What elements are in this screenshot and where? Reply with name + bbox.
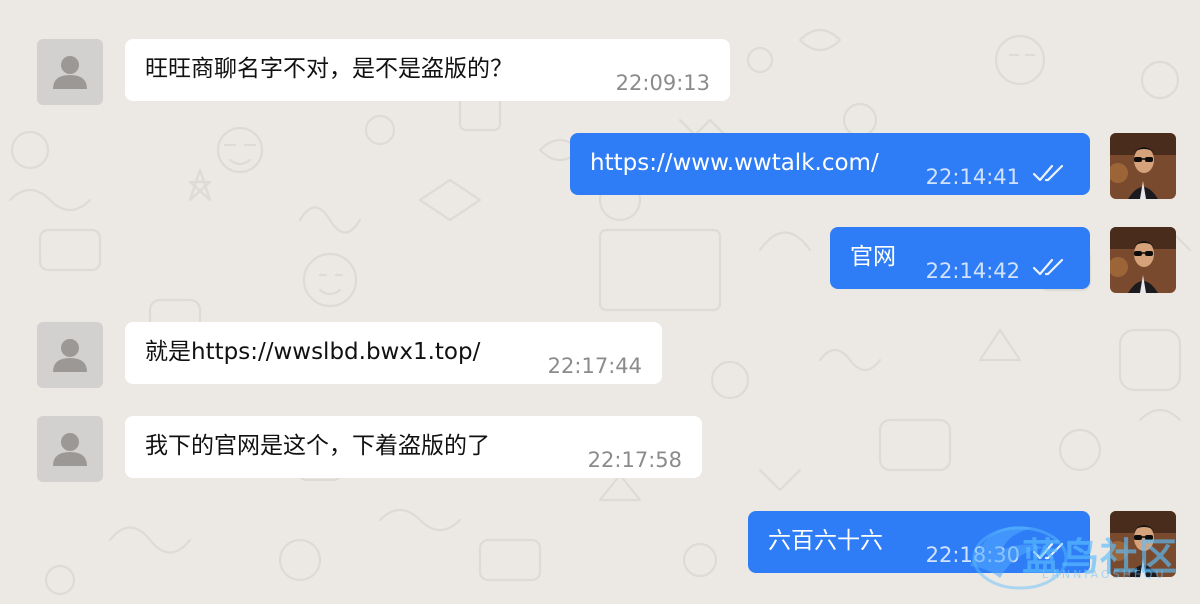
message-text: 官网 <box>850 244 896 270</box>
contact-avatar[interactable] <box>37 322 103 388</box>
message-bubble[interactable]: 官网 22:14:42 <box>830 227 1090 289</box>
message-timestamp: 22:14:41 <box>925 165 1020 189</box>
message-text: 我下的官网是这个，下着盗版的了 <box>145 433 490 459</box>
message-row: https://www.wwtalk.com/ 22:14:41 <box>570 133 1177 199</box>
message-bubble[interactable]: https://www.wwtalk.com/ 22:14:41 <box>570 133 1090 195</box>
message-timestamp: 22:17:44 <box>547 354 642 378</box>
user-placeholder-icon <box>53 433 87 466</box>
message-row: 旺旺商聊名字不对，是不是盗版的？ 22:09:13 <box>37 39 737 105</box>
message-bubble[interactable]: 我下的官网是这个，下着盗版的了 22:17:58 <box>125 416 702 478</box>
user-photo-icon <box>1110 227 1176 293</box>
message-row: 官网 22:14:42 <box>830 227 1177 293</box>
user-placeholder-icon <box>53 56 87 89</box>
message-timestamp: 22:09:13 <box>615 71 710 95</box>
watermark-subtext: LANNIAOSHEQU <box>1042 568 1167 581</box>
double-check-icon <box>1032 258 1064 276</box>
message-row: 就是https://wwslbd.bwx1.top/ 22:17:44 <box>37 322 677 388</box>
message-row: 我下的官网是这个，下着盗版的了 22:17:58 <box>37 416 737 482</box>
message-timestamp: 22:14:42 <box>925 259 1020 283</box>
contact-avatar[interactable] <box>37 416 103 482</box>
message-timestamp: 22:17:58 <box>587 448 682 472</box>
contact-avatar[interactable] <box>37 39 103 105</box>
user-avatar[interactable] <box>1110 227 1176 293</box>
message-text: 六百六十六 <box>768 528 883 554</box>
user-photo-icon <box>1110 133 1176 199</box>
message-text: 就是https://wwslbd.bwx1.top/ <box>145 339 481 365</box>
message-bubble[interactable]: 就是https://wwslbd.bwx1.top/ 22:17:44 <box>125 322 662 384</box>
double-check-icon <box>1032 164 1064 182</box>
user-avatar[interactable] <box>1110 133 1176 199</box>
message-bubble[interactable]: 旺旺商聊名字不对，是不是盗版的？ 22:09:13 <box>125 39 730 101</box>
message-text: 旺旺商聊名字不对，是不是盗版的？ <box>145 56 513 82</box>
user-placeholder-icon <box>53 339 87 372</box>
message-text: https://www.wwtalk.com/ <box>590 150 879 176</box>
watermark: 蓝鸟社区 LANNIAOSHEQU <box>960 506 1200 598</box>
